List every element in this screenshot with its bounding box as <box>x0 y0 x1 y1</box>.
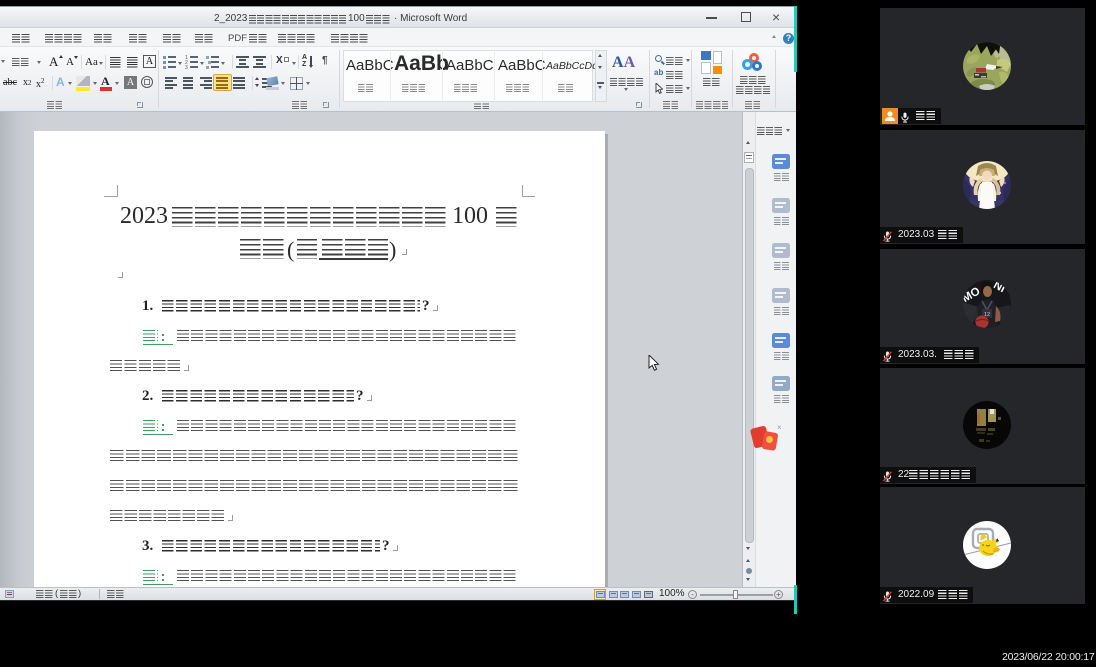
svg-text:12: 12 <box>984 312 990 318</box>
